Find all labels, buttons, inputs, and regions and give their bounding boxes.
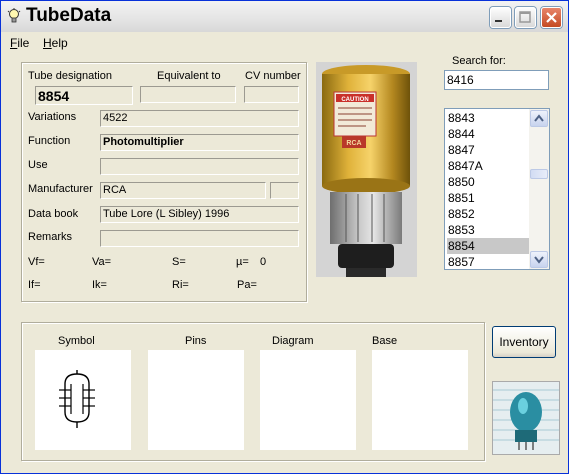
diagram-image (260, 350, 356, 450)
diagram-label: Diagram (272, 335, 314, 347)
list-item[interactable]: 8843 (447, 110, 530, 126)
equivalent-to-label: Equivalent to (157, 70, 221, 82)
s-label: S= (172, 256, 186, 268)
title-bar[interactable]: TubeData (1, 1, 568, 32)
tube-photo-image: CAUTION RCA (316, 62, 417, 277)
list-scrollbar[interactable] (529, 109, 549, 269)
tube-list[interactable]: 8843 8844 8847 8847A 8850 8851 8852 8853 8854 885… (444, 108, 550, 270)
variations-field[interactable]: 4522 (100, 110, 299, 127)
search-input[interactable]: 8416 (444, 70, 549, 90)
mu-value: 0 (260, 256, 267, 268)
list-item[interactable]: 8850 (447, 174, 530, 190)
menu-bar: File Help (1, 32, 568, 54)
variations-label: Variations (28, 111, 77, 123)
manufacturer-label: Manufacturer (28, 183, 93, 195)
list-item[interactable]: 8854 (447, 238, 530, 254)
use-field[interactable] (100, 158, 299, 175)
base-label: Base (372, 335, 398, 347)
minimize-icon (495, 20, 502, 22)
pins-label: Pins (185, 335, 207, 347)
rca-logo-text: RCA (346, 140, 361, 147)
ik-label: Ik= (92, 279, 107, 291)
if-label: If= (28, 279, 41, 291)
list-item[interactable]: 8852 (447, 206, 530, 222)
mu-label: µ= (236, 256, 249, 268)
chevron-up-icon (534, 114, 544, 122)
photomultiplier-symbol-icon (59, 370, 95, 428)
pins-image (148, 350, 244, 450)
va-label: Va= (92, 256, 112, 268)
function-label: Function (28, 135, 71, 147)
inventory-button[interactable]: Inventory (492, 326, 556, 358)
menu-help[interactable]: Help (43, 36, 68, 50)
tube-photo: CAUTION RCA (316, 62, 417, 277)
close-icon (546, 12, 557, 23)
base-image (372, 350, 468, 450)
window-title: TubeData (26, 5, 112, 26)
scroll-thumb[interactable] (530, 169, 548, 179)
cv-number-label: CV number (245, 70, 301, 82)
tube-designation-label: Tube designation (28, 70, 112, 82)
chevron-down-icon (534, 256, 544, 264)
minimize-button[interactable] (490, 7, 511, 28)
tube-designation-field[interactable]: 8854 (35, 86, 133, 105)
search-label: Search for: (452, 55, 506, 67)
symbol-image (35, 350, 131, 450)
symbol-label: Symbol (58, 335, 95, 347)
tube-logo-icon (493, 382, 559, 454)
pa-label: Pa= (237, 279, 257, 291)
scroll-down-button[interactable] (530, 251, 548, 268)
manufacturer-code-field[interactable] (270, 182, 299, 199)
maximize-button[interactable] (515, 7, 536, 28)
menu-file[interactable]: File (10, 36, 29, 50)
data-book-label: Data book (28, 208, 79, 220)
manufacturer-field[interactable]: RCA (100, 182, 266, 199)
list-item[interactable]: 8851 (447, 190, 530, 206)
function-field[interactable]: Photomultiplier (100, 134, 299, 151)
cv-number-field[interactable] (244, 86, 299, 103)
lightbulb-icon (7, 8, 21, 23)
maximize-icon (519, 11, 531, 23)
caution-text: CAUTION (341, 97, 368, 103)
ri-label: Ri= (172, 279, 189, 291)
equivalent-to-field[interactable] (140, 86, 236, 103)
use-label: Use (28, 159, 48, 171)
scroll-up-button[interactable] (530, 110, 548, 127)
remarks-field[interactable] (100, 230, 299, 247)
data-book-field[interactable]: Tube Lore (L Sibley) 1996 (100, 206, 299, 223)
list-item[interactable]: 8853 (447, 222, 530, 238)
remarks-label: Remarks (28, 231, 73, 243)
main-window: TubeData File Help Tube designation Equi… (0, 0, 569, 474)
vf-label: Vf= (28, 256, 45, 268)
logo-image (492, 381, 560, 455)
list-item[interactable]: 8847A (447, 158, 530, 174)
close-button[interactable] (541, 7, 562, 28)
list-item[interactable]: 8847 (447, 142, 530, 158)
list-item[interactable]: 8857 (447, 254, 530, 269)
list-item[interactable]: 8844 (447, 126, 530, 142)
